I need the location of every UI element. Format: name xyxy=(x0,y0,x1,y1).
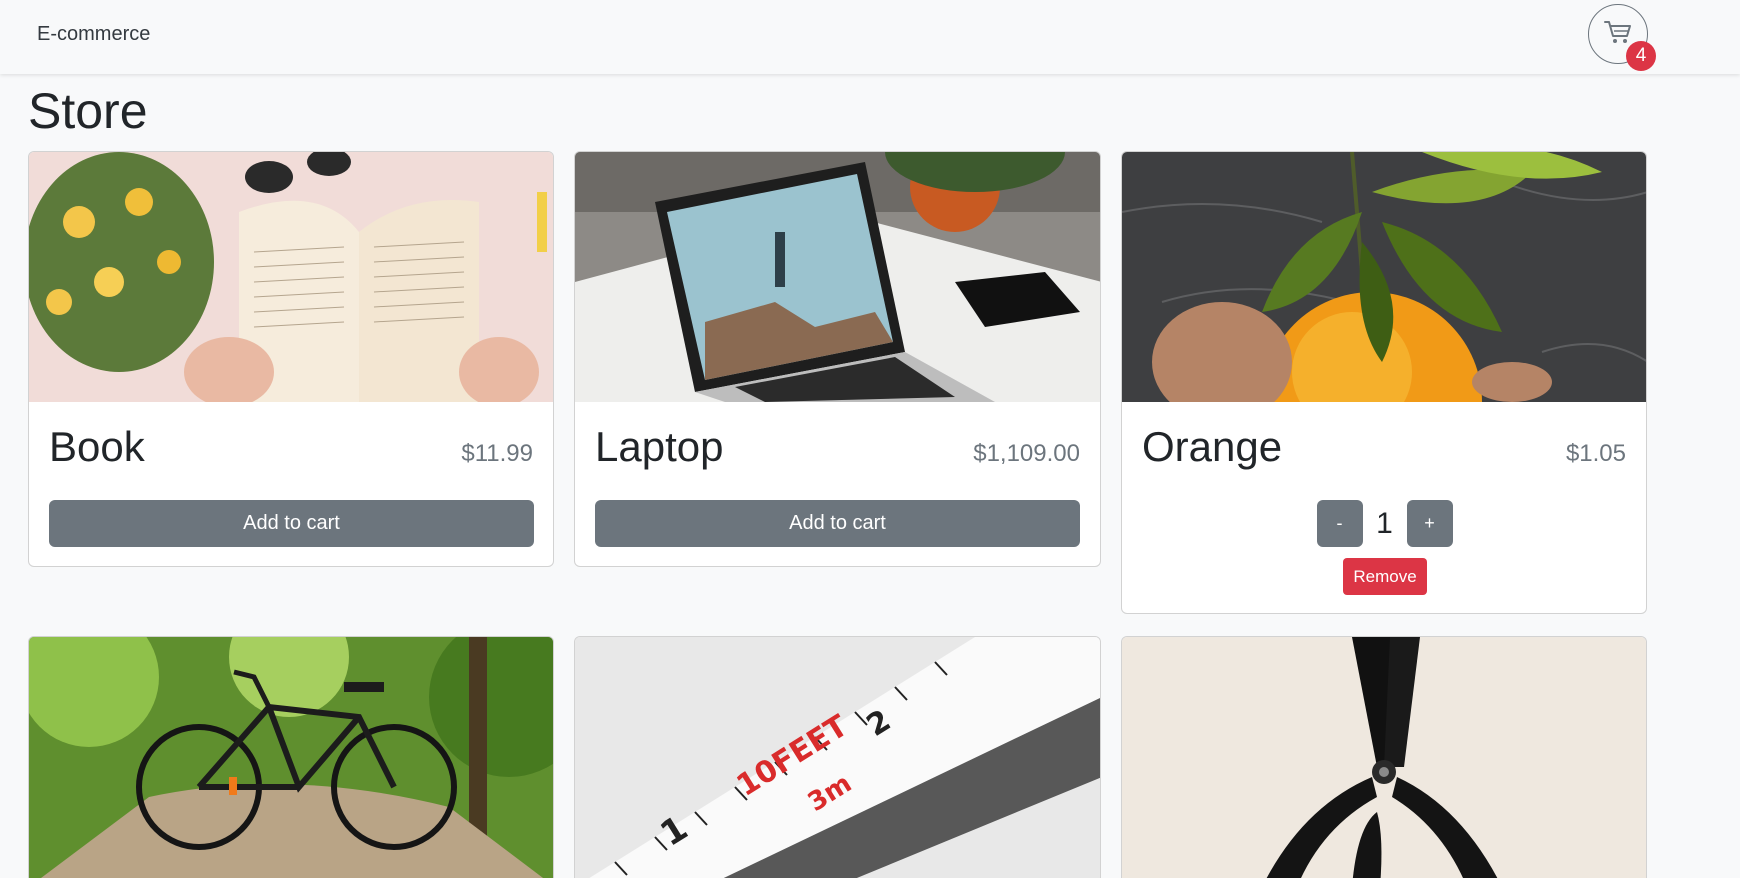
page-title: Store xyxy=(28,83,148,139)
product-card-book: Book $11.99 Add to cart xyxy=(28,151,554,567)
cart-count-badge: 4 xyxy=(1626,41,1656,71)
navbar: E-commerce 4 xyxy=(0,0,1740,74)
product-price: $1.05 xyxy=(1565,440,1626,467)
product-name: Laptop xyxy=(595,423,724,470)
product-card-bicycle xyxy=(28,636,554,878)
quantity-value: 1 xyxy=(1376,506,1393,540)
cart-icon xyxy=(1604,19,1632,50)
product-image-orange xyxy=(1122,152,1646,402)
cart-button[interactable]: 4 xyxy=(1588,4,1656,71)
product-card-scissors xyxy=(1121,636,1647,878)
product-image-tape-measure: 1 10FEET 3m 2 xyxy=(575,637,1100,878)
brand-link[interactable]: E-commerce xyxy=(37,23,150,46)
product-image-scissors xyxy=(1122,637,1646,878)
product-price: $11.99 xyxy=(461,440,533,467)
product-card-tape-measure: 1 10FEET 3m 2 xyxy=(574,636,1101,878)
increment-button[interactable]: + xyxy=(1406,500,1453,547)
product-image-bicycle xyxy=(29,637,553,878)
product-card-laptop: Laptop $1,109.00 Add to cart xyxy=(574,151,1101,567)
product-name: Book xyxy=(49,423,145,470)
add-to-cart-button[interactable]: Add to cart xyxy=(49,500,534,547)
product-image-book xyxy=(29,152,553,402)
product-image-laptop xyxy=(575,152,1100,402)
decrement-button[interactable]: - xyxy=(1316,500,1363,547)
quantity-stepper: - 1 + xyxy=(1122,500,1646,547)
add-to-cart-button[interactable]: Add to cart xyxy=(595,500,1080,547)
product-name: Orange xyxy=(1142,423,1283,470)
remove-button[interactable]: Remove xyxy=(1343,558,1427,595)
product-card-orange: Orange $1.05 - 1 + Remove xyxy=(1121,151,1647,614)
product-price: $1,109.00 xyxy=(973,440,1080,467)
